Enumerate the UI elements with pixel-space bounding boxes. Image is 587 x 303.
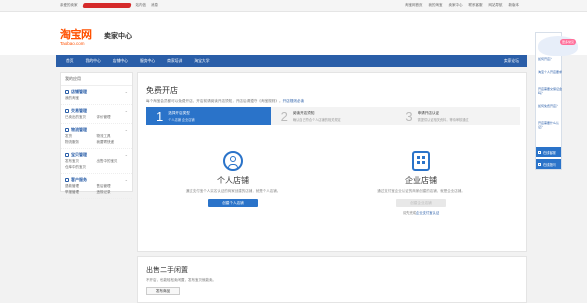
help-question[interactable]: 淘宝个人开店要求 xyxy=(538,70,562,75)
chevron-down-icon[interactable]: ⌄ xyxy=(125,89,128,94)
sidebar-link[interactable]: 发货 xyxy=(65,134,97,139)
nav-item-shop-center[interactable]: 店铺中心 xyxy=(113,59,128,64)
create-personal-shop-button[interactable]: 创建个人店铺 xyxy=(208,199,258,207)
sidebar-link[interactable]: 物流服务 xyxy=(65,140,97,145)
nav-item-service[interactable]: 服务中心 xyxy=(140,59,155,64)
sidebar-link[interactable]: 仓库中的宝贝 xyxy=(65,165,97,170)
nav-item-university[interactable]: 淘宝大学 xyxy=(194,59,209,64)
building-icon xyxy=(412,151,430,171)
second-hand-desc: 不开店，也能轻松卖闲置，发布宝贝就能卖。 xyxy=(146,278,216,282)
step-1: 1 选择开店类型 个人店铺 企业店铺 xyxy=(146,107,271,125)
page-title: 免费开店 xyxy=(146,86,178,95)
sidebar-group-shop[interactable]: 店铺管理 ⌄ 我的淘宝 xyxy=(61,86,132,105)
topbar-link-my-taobao[interactable]: 我的淘宝 xyxy=(429,3,443,8)
sidebar-link[interactable]: 售后管理 xyxy=(97,184,129,189)
personal-shop-desc: 通过支付宝个人实名认证的商家创建的店铺，就是个人店铺。 xyxy=(185,189,281,193)
person-icon xyxy=(223,151,243,171)
enterprise-shop-desc: 通过支付宝企业认证的商家创建的店铺，就是企业店铺。 xyxy=(377,189,465,193)
truck-icon xyxy=(65,128,69,132)
sidebar-link[interactable]: 已卖出的宝贝 xyxy=(65,115,97,120)
open-shop-panel: 免费开店 每个淘宝会员都可以免费开店，开店前请阅读开店须知，开店后请遵守《淘宝规… xyxy=(137,72,527,252)
trade-icon xyxy=(65,109,69,113)
personal-shop-title: 个人店铺 xyxy=(217,176,249,185)
sidebar-group-items[interactable]: 宝贝管理 ⌄ 发布宝贝 出售中的宝贝 仓库中的宝贝 xyxy=(61,149,132,174)
header: 淘宝网 Taobao.com 卖家中心 xyxy=(0,12,587,55)
sidebar-link[interactable]: 举报管理 xyxy=(65,190,97,195)
step-3: 3 申请开店认证 需提供认证相关资料，等待审核通过 xyxy=(395,107,521,125)
topbar-link-new-version[interactable]: 新版本 xyxy=(509,3,520,8)
sidebar-link[interactable]: 退款管理 xyxy=(65,184,97,189)
topbar-link-notices[interactable]: 消息 xyxy=(151,3,158,8)
help-question[interactable]: 开店需要什么认证？ xyxy=(538,121,562,129)
create-enterprise-shop-button[interactable]: 创建企业店铺 xyxy=(396,199,446,207)
help-question[interactable]: 开店需要交保证金吗？ xyxy=(538,87,562,95)
sidebar-link[interactable]: 我要寄快递 xyxy=(97,140,129,145)
sidebar-link[interactable]: 违规记录 xyxy=(97,190,129,195)
chevron-down-icon[interactable]: ⌄ xyxy=(125,108,128,113)
sidebar-group-customers[interactable]: 客户服务 ⌄ 退款管理 售后管理 举报管理 违规记录 xyxy=(61,174,132,199)
enterprise-auth-link[interactable]: 企业支付宝认证 xyxy=(416,211,439,215)
welcome-text: 亲爱的卖家 xyxy=(60,3,78,7)
sidebar-title: 我的应用 xyxy=(61,73,132,86)
step-bar: 1 选择开店类型 个人店铺 企业店铺 2 阅读开店须知 确认自己符合个人店铺的相关规… xyxy=(146,107,521,125)
sidebar-group-trade[interactable]: 交易管理 ⌄ 已卖出的宝贝 评价管理 xyxy=(61,105,132,124)
sidebar-link[interactable]: 发布宝贝 xyxy=(65,159,97,164)
topbar-link-site-nav[interactable]: 网站导航 xyxy=(489,3,503,8)
enterprise-shop-title: 企业店铺 xyxy=(405,176,437,185)
topbar-link-messages[interactable]: 站内信 xyxy=(136,3,147,8)
help-float-panel: 更多常见 如何开店？ 淘宝个人开店要求 开店需要交保证金吗？ 如何免费开店？ 开… xyxy=(535,32,578,170)
headset-icon xyxy=(538,150,541,154)
sidebar-link[interactable]: 出售中的宝贝 xyxy=(97,159,129,164)
top-bar: 亲爱的卖家 站内信 消息 淘宝网首页 我的淘宝 卖家中心 联系客服 网站导航 新… xyxy=(0,0,587,12)
chevron-down-icon[interactable]: ⌄ xyxy=(125,177,128,182)
second-hand-title: 出售二手闲置 xyxy=(146,267,188,274)
sidebar: 我的应用 店铺管理 ⌄ 我的淘宝 交易管理 ⌄ 已卖出的宝贝 评价管理 物流管理… xyxy=(60,72,133,199)
sidebar-link[interactable]: 我的淘宝 xyxy=(65,96,97,101)
nav-item-training[interactable]: 商家培训 xyxy=(167,59,182,64)
shop-icon xyxy=(65,90,69,94)
ask-question-button[interactable]: 在线提问 xyxy=(536,159,561,169)
open-shop-hint: 每个淘宝会员都可以免费开店，开店前请阅读开店须知，开店后请遵守《淘宝规则》。开店… xyxy=(146,99,305,103)
assistant-cloud-icon: 更多常见 xyxy=(538,36,578,56)
box-icon xyxy=(65,153,69,157)
customer-icon xyxy=(65,178,69,182)
seller-center-title: 卖家中心 xyxy=(104,33,132,40)
topbar-link-home[interactable]: 淘宝网首页 xyxy=(405,3,423,8)
topbar-link-seller-center[interactable]: 卖家中心 xyxy=(449,3,463,8)
main-nav: 首页 我的中心 店铺中心 服务中心 商家培训 淘宝大学 卖家论坛 xyxy=(56,55,527,67)
rules-link[interactable]: 开店规则必读 xyxy=(283,99,305,103)
chat-icon xyxy=(538,162,541,166)
sidebar-link[interactable]: 物流工具 xyxy=(97,134,129,139)
chevron-down-icon[interactable]: ⌄ xyxy=(125,152,128,157)
enterprise-shop-card: 企业店铺 通过支付宝企业认证的商家创建的店铺，就是企业店铺。 创建企业店铺 请先… xyxy=(346,151,496,215)
redacted-username xyxy=(81,3,132,8)
nav-item-home[interactable]: 首页 xyxy=(66,59,74,64)
help-question[interactable]: 如何免费开店？ xyxy=(538,104,562,109)
shop-type-cards: 个人店铺 通过支付宝个人实名认证的商家创建的店铺，就是个人店铺。 创建个人店铺 … xyxy=(146,151,520,241)
taobao-logo[interactable]: 淘宝网 Taobao.com xyxy=(60,26,92,46)
enterprise-auth-hint: 请先完成企业支付宝认证 xyxy=(402,211,440,215)
sidebar-link[interactable]: 评价管理 xyxy=(97,115,129,120)
chevron-down-icon[interactable]: ⌄ xyxy=(125,127,128,132)
second-hand-panel: 出售二手闲置 不开店，也能轻松卖闲置，发布宝贝就能卖。 发布商品 xyxy=(137,256,527,303)
nav-item-my-center[interactable]: 我的中心 xyxy=(86,59,101,64)
nav-forum-link[interactable]: 卖家论坛 xyxy=(504,59,519,64)
help-question[interactable]: 如何开店？ xyxy=(538,57,562,62)
publish-item-button[interactable]: 发布商品 xyxy=(146,287,180,295)
topbar-link-service[interactable]: 联系客服 xyxy=(469,3,483,8)
personal-shop-card: 个人店铺 通过支付宝个人实名认证的商家创建的店铺，就是个人店铺。 创建个人店铺 xyxy=(158,151,308,207)
sidebar-group-logistics[interactable]: 物流管理 ⌄ 发货 物流工具 物流服务 我要寄快递 xyxy=(61,124,132,149)
step-2: 2 阅读开店须知 确认自己符合个人店铺的相关规定 xyxy=(270,107,396,125)
online-service-button[interactable]: 在线客服 xyxy=(536,147,561,157)
